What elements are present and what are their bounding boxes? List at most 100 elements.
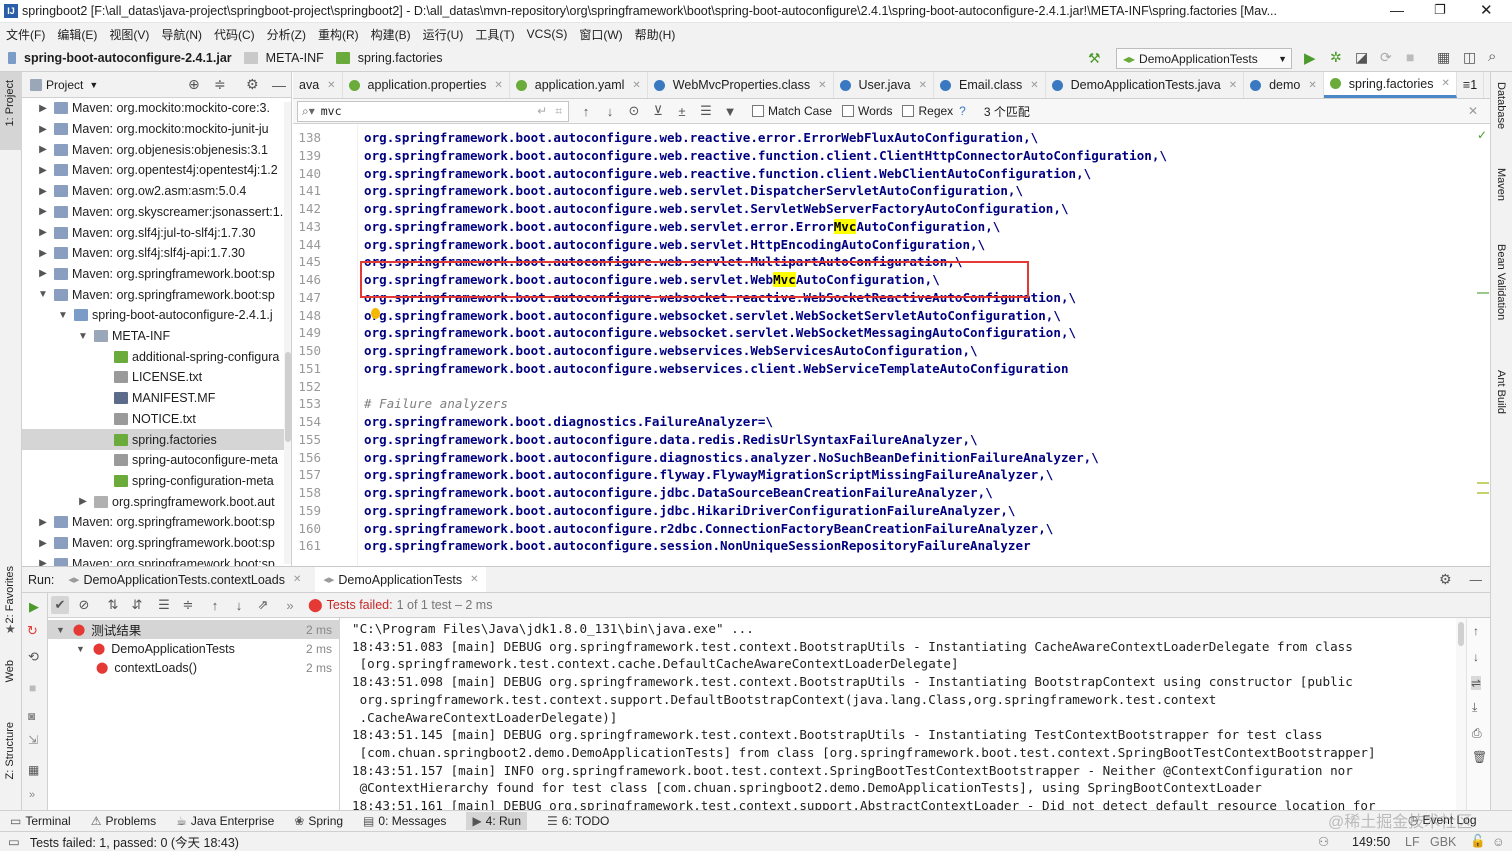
menu-item[interactable]: 代码(C) [214, 26, 255, 43]
close-tab-icon[interactable]: ✕ [632, 80, 640, 91]
breadcrumb-jar[interactable]: spring-boot-autoconfigure-2.4.1.jar [8, 51, 232, 65]
collapse-arrow-icon[interactable]: ▶ [78, 496, 88, 507]
collapse-arrow-icon[interactable]: ▶ [38, 206, 48, 217]
collapse-arrow-icon[interactable]: ▶ [38, 124, 48, 135]
expand-arrow-icon[interactable]: ▼ [38, 289, 48, 300]
close-tab-icon[interactable]: ✕ [494, 80, 502, 91]
web-tool-label[interactable]: Web [4, 660, 16, 682]
project-tree-item[interactable]: ▶ Maven: org.springframework.boot:sp [22, 553, 275, 566]
project-tree-item[interactable]: MANIFEST.MF [22, 388, 215, 409]
caret-position[interactable]: 149:50 [1352, 835, 1390, 849]
tool-window-button[interactable]: ☕ Java Enterprise [176, 814, 274, 828]
debug-icon[interactable]: ✲ [1330, 49, 1342, 66]
hide-icon[interactable]: — [272, 77, 286, 93]
project-tree-item[interactable]: NOTICE.txt [22, 409, 196, 430]
search-everywhere-icon[interactable]: ⌕ [1488, 48, 1496, 65]
structure-tool-label[interactable]: Z: Structure [4, 722, 16, 779]
more-icon[interactable]: » [29, 789, 35, 801]
close-find-icon[interactable]: ✕ [1468, 104, 1478, 118]
code-line[interactable]: org.springframework.boot.diagnostics.Fai… [364, 414, 773, 429]
layout-icon[interactable]: ◫ [1463, 49, 1476, 66]
editor-tab[interactable]: application.yaml ✕ [510, 72, 648, 98]
project-tree-item[interactable]: additional-spring-configura [22, 346, 279, 367]
code-line[interactable]: org.springframework.boot.autoconfigure.s… [364, 538, 1031, 553]
trash-icon[interactable]: 🗑 [1472, 750, 1487, 764]
menu-item[interactable]: 窗口(W) [579, 26, 622, 43]
select-occurrence-icon[interactable]: ☰ [697, 102, 715, 120]
test-tree-item[interactable]: ▼ ⬤ DemoApplicationTests 2 ms [48, 639, 340, 658]
lock-icon[interactable]: 🔓 [1470, 834, 1486, 849]
project-tree-item[interactable]: spring-configuration-meta [22, 471, 274, 492]
gear-icon[interactable]: ⚙ [1439, 571, 1452, 588]
project-view-title[interactable]: Project [46, 78, 83, 92]
project-tree-item[interactable]: ▶ Maven: org.skyscreamer:jsonassert:1. [22, 202, 283, 223]
collapse-arrow-icon[interactable]: ▶ [38, 227, 48, 238]
menu-item[interactable]: 编辑(E) [57, 26, 97, 43]
show-ignored-icon[interactable]: ⊘ [75, 596, 93, 614]
menu-item[interactable]: 分析(Z) [267, 26, 306, 43]
soft-wrap-icon[interactable]: ⇌ [1471, 676, 1482, 690]
tool-window-button[interactable]: ▭ Terminal [10, 814, 71, 828]
layout-icon[interactable]: ▦ [28, 763, 39, 777]
project-tree-item[interactable]: ▶ Maven: org.slf4j:slf4j-api:1.7.30 [22, 243, 245, 264]
editor-tab[interactable]: demo ✕ [1244, 72, 1324, 98]
code-line[interactable]: org.springframework.boot.autoconfigure.j… [364, 503, 1016, 518]
menu-item[interactable]: VCS(S) [527, 27, 568, 41]
expand-arrow-icon[interactable]: ▼ [78, 331, 88, 342]
previous-occurrence-icon[interactable]: ↑ [577, 102, 595, 120]
stop-icon[interactable]: ■ [29, 681, 36, 695]
menu-item[interactable]: 文件(F) [6, 26, 45, 43]
next-occurrence-icon[interactable]: ↓ [601, 102, 619, 120]
editor-tab[interactable]: Email.class ✕ [934, 72, 1046, 98]
previous-failed-icon[interactable]: ↑ [206, 596, 224, 614]
words-checkbox[interactable]: Words [842, 104, 892, 118]
project-tree-item[interactable]: spring.factories [22, 429, 291, 450]
console-output[interactable]: "C:\Program Files\Java\jdk1.8.0_131\bin\… [340, 618, 1456, 811]
run-icon[interactable]: ▶ [1304, 49, 1316, 67]
add-occurrence-icon[interactable]: ± [673, 102, 691, 120]
inspector-icon[interactable]: ☺ [1492, 835, 1505, 849]
more-icon[interactable]: » [281, 596, 299, 614]
project-tree-item[interactable]: ▶ Maven: org.opentest4j:opentest4j:1.2 [22, 160, 278, 181]
regex-history-icon[interactable]: ⌗ [555, 104, 562, 119]
expand-all-icon[interactable]: ☰ [155, 596, 173, 614]
export-results-icon[interactable]: ⇗ [254, 596, 272, 614]
project-tree-item[interactable]: spring-autoconfigure-meta [22, 450, 278, 471]
search-input[interactable]: mvc [321, 104, 342, 118]
run-config-select[interactable]: ◂▸ DemoApplicationTests ▼ [1116, 48, 1292, 69]
editor-tab[interactable]: spring.factories ✕ [1323, 72, 1457, 98]
search-field[interactable]: ⌕▾ mvc ↵ ⌗ [297, 100, 569, 122]
tool-window-button[interactable]: ▤ 0: Messages [363, 814, 446, 828]
menu-item[interactable]: 运行(U) [423, 26, 464, 43]
scroll-to-end-icon[interactable]: ⤓ [1472, 700, 1477, 715]
close-window-button[interactable]: ✕ [1480, 1, 1493, 19]
toggle-auto-test-icon[interactable]: ⟲ [28, 649, 39, 665]
stop-icon[interactable]: ■ [1406, 49, 1414, 65]
close-tab-icon[interactable]: ✕ [1030, 80, 1038, 91]
code-line[interactable]: org.springframework.boot.autoconfigure.w… [364, 148, 1167, 163]
rerun-icon[interactable]: ▶ [29, 599, 39, 615]
chevron-down-icon[interactable]: ▼ [89, 80, 98, 90]
camera-icon[interactable]: ◙ [28, 709, 35, 723]
minimize-button[interactable]: — [1390, 2, 1404, 18]
close-tab-icon[interactable]: ✕ [818, 80, 826, 91]
git-icon[interactable]: ⚇ [1318, 834, 1329, 849]
collapse-arrow-icon[interactable]: ▶ [38, 248, 48, 259]
line-separator[interactable]: LF [1405, 835, 1420, 849]
coverage-icon[interactable]: ◪ [1355, 49, 1368, 66]
file-encoding[interactable]: GBK [1430, 835, 1456, 849]
close-tab-icon[interactable]: ✕ [1229, 80, 1237, 91]
find-all-icon[interactable]: ⊙ [625, 102, 643, 120]
tool-window-button[interactable]: ❀ Spring [294, 814, 343, 828]
project-tree-item[interactable]: ▶ Maven: org.ow2.asm:asm:5.0.4 [22, 181, 246, 202]
maven-tool-label[interactable]: Maven [1495, 168, 1507, 201]
collapse-arrow-icon[interactable]: ▶ [38, 268, 48, 279]
project-tree-item[interactable]: LICENSE.txt [22, 367, 202, 388]
project-tree-item[interactable]: ▶ Maven: org.mockito:mockito-core:3. [22, 98, 270, 119]
menu-item[interactable]: 构建(B) [371, 26, 411, 43]
ant-build-tool-label[interactable]: Ant Build [1495, 370, 1507, 414]
editor-tab[interactable]: DemoApplicationTests.java ✕ [1046, 72, 1245, 98]
code-line[interactable]: org.springframework.boot.autoconfigure.w… [364, 218, 1000, 234]
collapse-arrow-icon[interactable]: ▶ [38, 103, 48, 114]
run-tab-contextloads[interactable]: ◂▸ DemoApplicationTests.contextLoads ✕ [68, 573, 301, 587]
